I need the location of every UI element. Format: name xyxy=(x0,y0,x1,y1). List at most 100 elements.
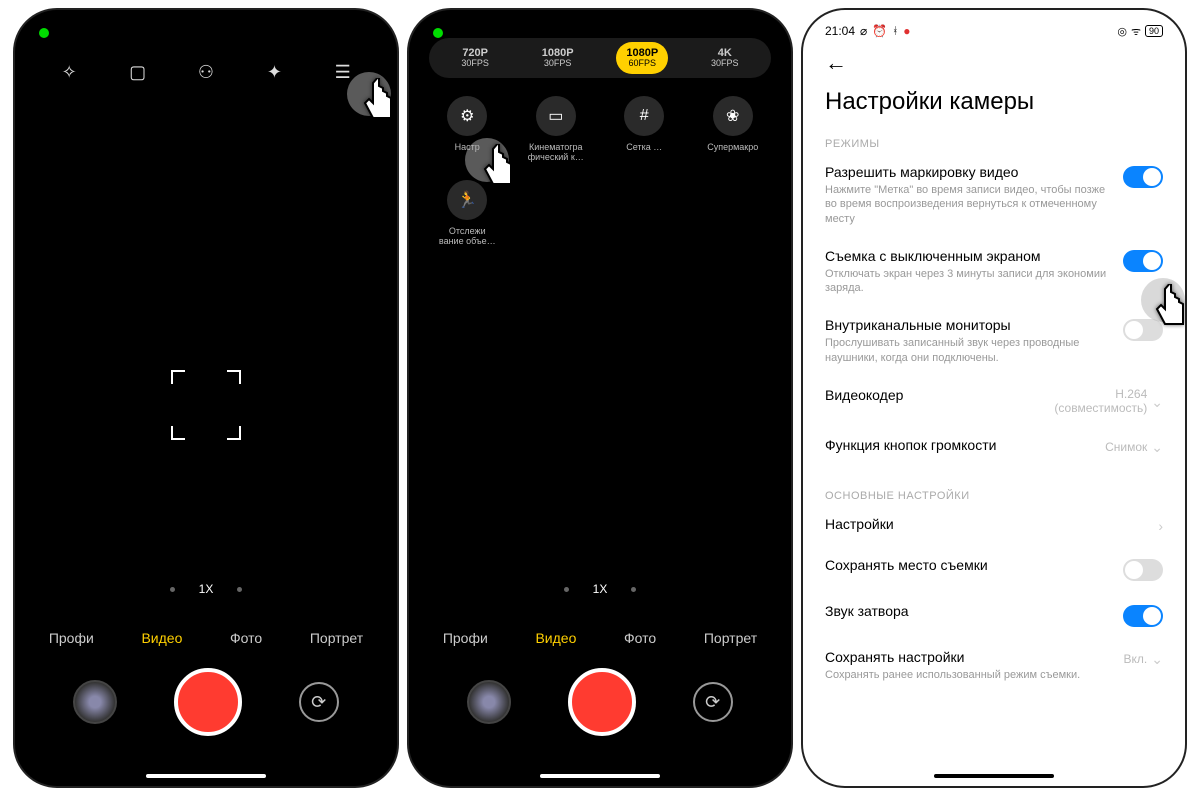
setting-value: Вкл. xyxy=(1124,652,1148,666)
toggle-video-marking[interactable] xyxy=(1123,166,1163,188)
back-arrow-icon[interactable]: ← xyxy=(825,50,847,76)
setting-title: Разрешить маркировку видео xyxy=(825,164,1111,180)
alarm-off-icon: ⌀ xyxy=(860,24,867,38)
mode-portrait[interactable]: Портрет xyxy=(310,630,363,646)
status-bar: 21:04 ⌀ ⏰ ᚼ ● ◎ ᯤ 90 xyxy=(803,18,1185,44)
mode-pro[interactable]: Профи xyxy=(49,630,94,646)
tool-cinematic[interactable]: ▭Кинематогра фический к… xyxy=(512,96,601,162)
setting-video-encoder[interactable]: Видеокодер H.264 (совместимость)⌄ xyxy=(825,387,1163,415)
zoom-label[interactable]: 1X xyxy=(199,582,214,596)
flash-icon[interactable]: ✧ xyxy=(57,60,81,84)
setting-desc: Отключать экран через 3 минуты записи дл… xyxy=(825,267,1111,296)
zoom-row[interactable]: 1X xyxy=(409,582,791,596)
camera-dot xyxy=(433,28,443,38)
focus-frame xyxy=(171,370,241,440)
home-indicator[interactable] xyxy=(146,774,266,778)
mode-photo[interactable]: Фото xyxy=(230,630,262,646)
mode-row[interactable]: Профи Видео Фото Портрет xyxy=(15,630,397,646)
grid-icon: # xyxy=(624,96,664,136)
shutter-row: ⟳ xyxy=(409,668,791,736)
setting-desc: Прослушивать записанный звук через прово… xyxy=(825,336,1111,365)
setting-video-marking[interactable]: Разрешить маркировку видео Нажмите "Метк… xyxy=(825,164,1163,226)
chevron-right-icon: › xyxy=(1158,518,1163,534)
setting-desc: Сохранять ранее использованный режим съе… xyxy=(825,668,1112,682)
tool-tracking[interactable]: 🏃Отслежи вание объе… xyxy=(423,180,512,246)
home-indicator[interactable] xyxy=(540,774,660,778)
setting-value: Снимок xyxy=(1105,440,1147,454)
zoom-dot xyxy=(170,587,175,592)
setting-title: Внутриканальные мониторы xyxy=(825,317,1111,333)
tool-grid: ⚙Настр ▭Кинематогра фический к… #Сетка …… xyxy=(423,96,777,264)
gallery-thumbnail[interactable] xyxy=(467,680,511,724)
record-icon: ● xyxy=(903,24,910,38)
zoom-dot xyxy=(564,587,569,592)
phone-screen-1: ✧ ▢ ⚇ ✦ ☰ 1X Профи Видео Фото Портрет ⟳ xyxy=(13,8,399,788)
filter-icon[interactable]: ⚇ xyxy=(194,60,218,84)
res-1080p-60[interactable]: 1080P60FPS xyxy=(616,42,668,74)
res-1080p-30[interactable]: 1080P30FPS xyxy=(532,42,584,74)
setting-title: Звук затвора xyxy=(825,603,1111,619)
res-720p[interactable]: 720P30FPS xyxy=(451,42,499,74)
mode-video[interactable]: Видео xyxy=(535,630,576,646)
leaf-icon: ❀ xyxy=(713,96,753,136)
chevron-icon: ⌄ xyxy=(1151,651,1163,668)
mode-row[interactable]: Профи Видео Фото Портрет xyxy=(409,630,791,646)
tool-supermacro[interactable]: ❀Супермакро xyxy=(689,96,778,162)
status-time: 21:04 xyxy=(825,24,855,38)
gallery-thumbnail[interactable] xyxy=(73,680,117,724)
setting-value: H.264 (совместимость) xyxy=(1054,387,1147,415)
gear-icon: ⚙ xyxy=(447,96,487,136)
section-main-label: ОСНОВНЫЕ НАСТРОЙКИ xyxy=(825,490,1163,502)
setting-title: Функция кнопок громкости xyxy=(825,437,1093,453)
home-indicator[interactable] xyxy=(934,774,1054,778)
zoom-row[interactable]: 1X xyxy=(15,582,397,596)
switch-camera-icon[interactable]: ⟳ xyxy=(299,682,339,722)
cursor-halo xyxy=(347,72,391,116)
setting-volume-buttons[interactable]: Функция кнопок громкости Снимок ⌄ xyxy=(825,437,1163,456)
run-icon: 🏃 xyxy=(447,180,487,220)
shutter-row: ⟳ xyxy=(15,668,397,736)
toggle-save-location[interactable] xyxy=(1123,559,1163,581)
section-modes-label: РЕЖИМЫ xyxy=(825,138,1163,150)
setting-title: Настройки xyxy=(825,516,1146,532)
shutter-button[interactable] xyxy=(174,668,242,736)
mode-portrait[interactable]: Портрет xyxy=(704,630,757,646)
wifi-icon: ᯤ xyxy=(1131,24,1141,39)
tool-grid-lines[interactable]: #Сетка … xyxy=(600,96,689,162)
switch-camera-icon[interactable]: ⟳ xyxy=(693,682,733,722)
setting-save-location[interactable]: Сохранять место съемки xyxy=(825,557,1163,581)
setting-screen-off-recording[interactable]: Съемка с выключенным экраном Отключать э… xyxy=(825,248,1163,296)
setting-shutter-sound[interactable]: Звук затвора xyxy=(825,603,1163,627)
setting-title: Сохранять место съемки xyxy=(825,557,1111,573)
setting-settings-sub[interactable]: Настройки › xyxy=(825,516,1163,535)
chevron-icon: ⌄ xyxy=(1151,439,1163,456)
film-icon: ▭ xyxy=(536,96,576,136)
res-4k[interactable]: 4K30FPS xyxy=(701,42,749,74)
alarm-icon: ⏰ xyxy=(872,24,887,38)
setting-desc: Нажмите "Метка" во время записи видео, ч… xyxy=(825,183,1111,226)
camera-dot xyxy=(39,28,49,38)
toggle-shutter-sound[interactable] xyxy=(1123,605,1163,627)
camera-top-toolbar: ✧ ▢ ⚇ ✦ ☰ xyxy=(15,60,397,84)
phone-screen-3: 21:04 ⌀ ⏰ ᚼ ● ◎ ᯤ 90 ← Настройки камеры … xyxy=(801,8,1187,788)
cursor-halo xyxy=(465,138,509,182)
setting-in-ear-monitors[interactable]: Внутриканальные мониторы Прослушивать за… xyxy=(825,317,1163,365)
setting-title: Сохранять настройки xyxy=(825,649,1112,665)
page-title: Настройки камеры xyxy=(825,88,1163,116)
phone-screen-2: 720P30FPS 1080P30FPS 1080P60FPS 4K30FPS … xyxy=(407,8,793,788)
toggle-monitors[interactable] xyxy=(1123,319,1163,341)
sim-icon: ◎ xyxy=(1117,25,1127,38)
aspect-icon[interactable]: ▢ xyxy=(126,60,150,84)
setting-title: Видеокодер xyxy=(825,387,1042,403)
cursor-halo xyxy=(1141,278,1185,322)
shutter-button[interactable] xyxy=(568,668,636,736)
setting-save-settings[interactable]: Сохранять настройки Сохранять ранее испо… xyxy=(825,649,1163,682)
effects-icon[interactable]: ✦ xyxy=(262,60,286,84)
mode-pro[interactable]: Профи xyxy=(443,630,488,646)
chevron-icon: ⌄ xyxy=(1151,394,1163,411)
mode-video[interactable]: Видео xyxy=(141,630,182,646)
resolution-bar: 720P30FPS 1080P30FPS 1080P60FPS 4K30FPS xyxy=(429,38,771,78)
mode-photo[interactable]: Фото xyxy=(624,630,656,646)
toggle-screen-off[interactable] xyxy=(1123,250,1163,272)
zoom-label[interactable]: 1X xyxy=(593,582,608,596)
